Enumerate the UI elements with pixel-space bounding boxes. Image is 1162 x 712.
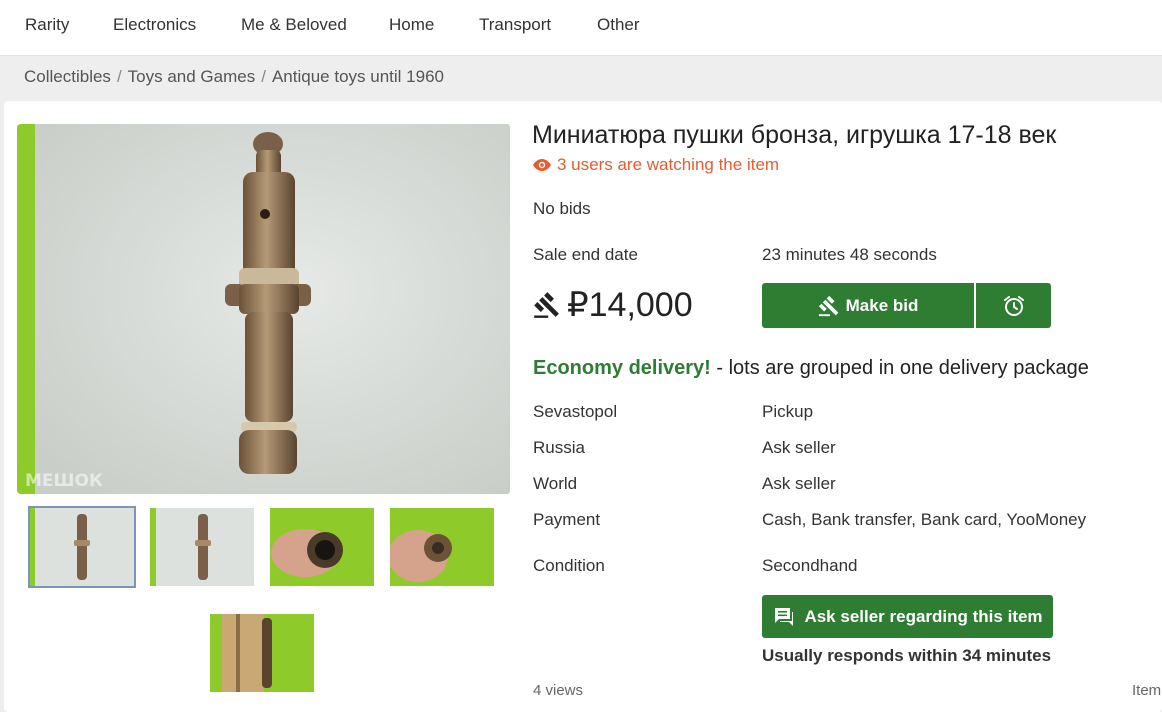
nav-rarity[interactable]: Rarity [25,15,69,35]
breadcrumb: Collectibles / Toys and Games / Antique toys… [24,67,444,87]
thumbnail-1[interactable] [28,506,136,588]
detail-label-world: World [533,474,578,493]
gavel-icon [534,292,559,318]
alarm-clock-icon [1003,295,1024,316]
breadcrumb-toys-and-games[interactable]: Toys and Games [128,67,256,86]
nav-transport[interactable]: Transport [479,15,551,35]
detail-label-russia: Russia [533,438,585,457]
thumbnail-3[interactable] [268,506,376,588]
sale-end-value: 23 minutes 48 seconds [762,245,937,264]
economy-delivery-link[interactable]: Economy delivery! [533,357,711,379]
view-count: 4 views [533,682,584,699]
main-photo[interactable]: МЕШОК [17,124,510,494]
nav-me-beloved[interactable]: Me & Beloved [241,15,347,35]
delivery-text: - lots are grouped in one delivery packa… [710,357,1089,379]
eye-icon [533,156,551,176]
make-bid-label: Make bid [845,295,919,315]
delivery-notice: Economy delivery! - lots are grouped in … [533,357,1089,380]
photo-watermark: МЕШОК [25,471,103,491]
ask-seller-label: Ask seller regarding this item [804,606,1043,626]
item-label: Item [1132,682,1162,699]
detail-value-world: Ask seller [762,474,836,493]
bids-status: No bids [533,199,591,218]
lot-price: ₽14,000 [533,285,693,325]
price-value: ₽14,000 [567,286,693,324]
breadcrumb-collectibles[interactable]: Collectibles [24,67,111,86]
nav-home[interactable]: Home [389,15,434,35]
detail-value-condition: Secondhand [762,556,858,575]
watching-count: 3 users are watching the item [533,155,779,176]
reminder-button[interactable] [976,283,1051,328]
detail-label-payment: Payment [533,510,601,529]
chat-icon [775,607,794,626]
watching-text: 3 users are watching the item [557,155,780,174]
detail-label-condition: Condition [533,556,605,575]
detail-value-payment: Cash, Bank transfer, Bank card, YooMoney [762,510,1087,529]
sale-end-label: Sale end date [533,245,638,264]
thumbnail-5[interactable] [208,612,316,694]
detail-label-sevastopol: Sevastopol [533,402,618,421]
detail-value-russia: Ask seller [762,438,836,457]
breadcrumb-separator: / [261,67,266,86]
lot-title: Миниатюра пушки бронза, игрушка 17-18 ве… [532,121,1057,149]
nav-other[interactable]: Other [597,15,640,35]
gavel-icon [818,295,838,316]
thumbnail-4[interactable] [388,506,496,588]
make-bid-button[interactable]: Make bid [762,283,974,328]
ask-seller-button[interactable]: Ask seller regarding this item [762,595,1053,638]
top-nav: Rarity Electronics Me & Beloved Home Tra… [0,0,1162,56]
breadcrumb-antique-toys[interactable]: Antique toys until 1960 [272,67,444,86]
seller-response-time: Usually responds within 34 minutes [762,646,1052,665]
detail-value-sevastopol: Pickup [762,402,814,421]
nav-electronics[interactable]: Electronics [113,15,196,35]
thumbnail-2[interactable] [148,506,256,588]
breadcrumb-separator: / [116,67,122,86]
